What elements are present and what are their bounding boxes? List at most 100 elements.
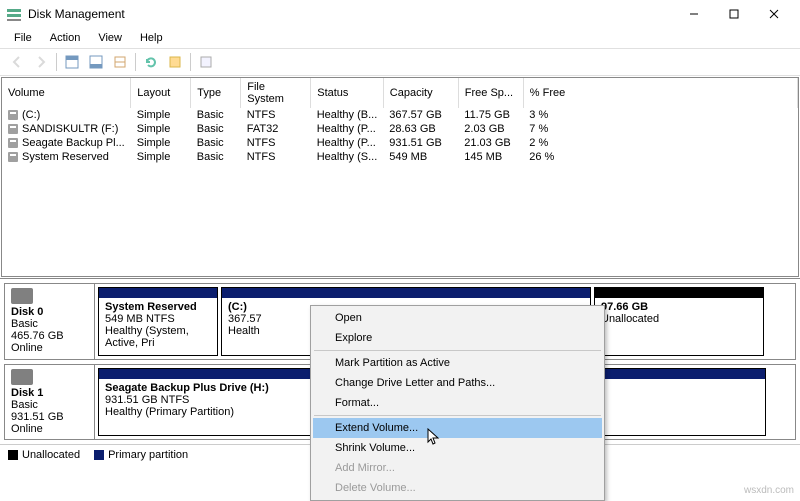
titlebar: Disk Management xyxy=(0,0,800,28)
partition-line2: 549 MB NTFS xyxy=(105,313,211,325)
col-fs[interactable]: File System xyxy=(241,78,311,108)
maximize-button[interactable] xyxy=(714,2,754,26)
context-menu: Open Explore Mark Partition as Active Ch… xyxy=(310,305,605,501)
vol-fs: NTFS xyxy=(241,108,311,122)
menu-help[interactable]: Help xyxy=(132,30,171,46)
vol-layout: Simple xyxy=(131,136,191,150)
window-title: Disk Management xyxy=(28,7,674,21)
vol-pct: 3 % xyxy=(523,108,797,122)
col-type[interactable]: Type xyxy=(191,78,241,108)
ctx-format[interactable]: Format... xyxy=(313,393,602,413)
vol-pct: 2 % xyxy=(523,136,797,150)
partition-bar xyxy=(222,288,590,298)
volume-list[interactable]: Volume Layout Type File System Status Ca… xyxy=(1,77,799,277)
table-row[interactable]: Seagate Backup Pl... SimpleBasicNTFSHealt… xyxy=(2,136,798,150)
disk-header[interactable]: Disk 0Basic465.76 GBOnline xyxy=(5,284,95,359)
vol-free: 2.03 GB xyxy=(458,122,523,136)
vol-status: Healthy (P... xyxy=(311,122,384,136)
vol-capacity: 549 MB xyxy=(383,150,458,164)
vol-pct: 26 % xyxy=(523,150,797,164)
ctx-delete-volume: Delete Volume... xyxy=(313,478,602,498)
menu-view[interactable]: View xyxy=(90,30,130,46)
col-volume[interactable]: Volume xyxy=(2,78,131,108)
partition-bar xyxy=(99,288,217,298)
disk-icon xyxy=(11,288,33,304)
partition[interactable]: System Reserved549 MB NTFSHealthy (Syste… xyxy=(98,287,218,356)
forward-icon xyxy=(30,51,52,73)
ctx-change-letter[interactable]: Change Drive Letter and Paths... xyxy=(313,373,602,393)
watermark: wsxdn.com xyxy=(744,485,794,496)
menu-file[interactable]: File xyxy=(6,30,40,46)
vol-type: Basic xyxy=(191,122,241,136)
disk-name: Disk 1 xyxy=(11,387,88,399)
ctx-extend-volume[interactable]: Extend Volume... xyxy=(313,418,602,438)
disk-size: 931.51 GB xyxy=(11,411,88,423)
vol-free: 145 MB xyxy=(458,150,523,164)
vol-capacity: 931.51 GB xyxy=(383,136,458,150)
col-pctfree[interactable]: % Free xyxy=(523,78,797,108)
vol-capacity: 367.57 GB xyxy=(383,108,458,122)
volume-icon xyxy=(8,110,18,120)
settings-icon[interactable] xyxy=(109,51,131,73)
close-button[interactable] xyxy=(754,2,794,26)
col-free[interactable]: Free Sp... xyxy=(458,78,523,108)
disk-header[interactable]: Disk 1Basic931.51 GBOnline xyxy=(5,365,95,439)
disk-size: 465.76 GB xyxy=(11,330,88,342)
menu-action[interactable]: Action xyxy=(42,30,89,46)
column-headers[interactable]: Volume Layout Type File System Status Ca… xyxy=(2,78,798,108)
vol-status: Healthy (S... xyxy=(311,150,384,164)
minimize-button[interactable] xyxy=(674,2,714,26)
partition-line3: Healthy (System, Active, Pri xyxy=(105,325,211,349)
view-top-icon[interactable] xyxy=(61,51,83,73)
table-row[interactable]: SANDISKULTR (F:)SimpleBasicFAT32Healthy … xyxy=(2,122,798,136)
help-icon[interactable] xyxy=(195,51,217,73)
vol-layout: Simple xyxy=(131,108,191,122)
vol-fs: NTFS xyxy=(241,136,311,150)
table-row[interactable]: (C:) SimpleBasicNTFSHealthy (B...367.57 G… xyxy=(2,108,798,122)
disk-icon xyxy=(11,369,33,385)
col-layout[interactable]: Layout xyxy=(131,78,191,108)
volume-icon xyxy=(8,138,18,148)
ctx-mark-active[interactable]: Mark Partition as Active xyxy=(313,353,602,373)
disk-type: Basic xyxy=(11,399,88,411)
disk-state: Online xyxy=(11,342,88,354)
ctx-open[interactable]: Open xyxy=(313,308,602,328)
vol-name: System Reserved xyxy=(22,151,109,163)
menubar: File Action View Help xyxy=(0,28,800,48)
legend-primary: Primary partition xyxy=(108,449,188,461)
vol-layout: Simple xyxy=(131,122,191,136)
partition-title: System Reserved xyxy=(105,301,211,313)
legend-unallocated: Unallocated xyxy=(22,449,80,461)
vol-name: (C:) xyxy=(22,109,40,121)
vol-type: Basic xyxy=(191,150,241,164)
app-icon xyxy=(6,6,22,22)
disk-type: Basic xyxy=(11,318,88,330)
ctx-shrink-volume[interactable]: Shrink Volume... xyxy=(313,438,602,458)
back-icon xyxy=(6,51,28,73)
vol-name: SANDISKULTR (F:) xyxy=(22,123,118,135)
disk-name: Disk 0 xyxy=(11,306,88,318)
refresh-icon[interactable] xyxy=(140,51,162,73)
vol-type: Basic xyxy=(191,136,241,150)
vol-name: Seagate Backup Pl... xyxy=(22,137,125,149)
vol-type: Basic xyxy=(191,108,241,122)
legend-primary-swatch xyxy=(94,450,104,460)
ctx-add-mirror: Add Mirror... xyxy=(313,458,602,478)
vol-pct: 7 % xyxy=(523,122,797,136)
vol-status: Healthy (P... xyxy=(311,136,384,150)
ctx-explore[interactable]: Explore xyxy=(313,328,602,348)
vol-free: 21.03 GB xyxy=(458,136,523,150)
partition-title: 97.66 GB xyxy=(601,301,757,313)
partition[interactable]: 97.66 GBUnallocated xyxy=(594,287,764,356)
col-status[interactable]: Status xyxy=(311,78,384,108)
view-bottom-icon[interactable] xyxy=(85,51,107,73)
properties-icon[interactable] xyxy=(164,51,186,73)
volume-icon xyxy=(8,124,18,134)
vol-status: Healthy (B... xyxy=(311,108,384,122)
cursor-icon xyxy=(427,428,441,446)
col-capacity[interactable]: Capacity xyxy=(383,78,458,108)
partition-bar xyxy=(595,288,763,298)
table-row[interactable]: System ReservedSimpleBasicNTFSHealthy (S… xyxy=(2,150,798,164)
vol-fs: NTFS xyxy=(241,150,311,164)
volume-icon xyxy=(8,152,18,162)
